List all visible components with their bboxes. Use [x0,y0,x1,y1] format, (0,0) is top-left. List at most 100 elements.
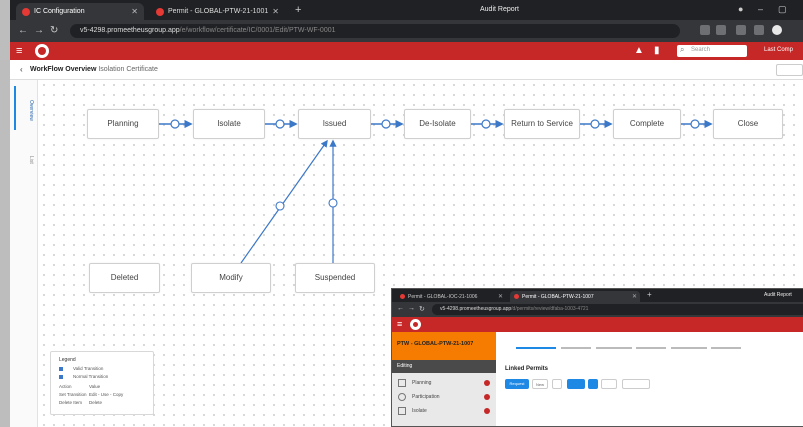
sidebar-item-label: Participation [412,394,440,400]
state-node-suspended[interactable]: Suspended [295,263,375,293]
transition-planning-isolate[interactable] [159,119,193,129]
sidebar-item-label: Planning [412,380,432,386]
overlay-browser-tab[interactable]: Permit - GLOBAL-PTW-21-1007 ✕ [510,291,640,302]
close-tab-icon[interactable]: ✕ [131,7,138,16]
overlay-address-bar: ← → ↻ v5-4298.promeetheusgroup.app/d/per… [392,302,803,317]
extension-icon[interactable] [754,25,764,35]
user-menu[interactable]: Last Comp [764,47,793,53]
state-node-issued[interactable]: Issued [298,109,371,139]
state-node-planning[interactable]: Planning [87,109,159,139]
tab[interactable] [671,340,707,349]
legend-table-row: Delete Item Delete [59,400,102,405]
transition-isolate-issued[interactable] [265,119,298,129]
close-tab-icon[interactable]: ✕ [498,293,503,300]
extension-icon[interactable] [716,25,726,35]
profile-icon[interactable]: ● [738,4,743,14]
tab-overview[interactable] [516,340,556,349]
filter-button[interactable] [588,379,598,389]
side-tabs: Overview List [10,80,38,427]
header-action-button[interactable] [776,64,803,76]
overlay-browser-window[interactable]: Permit - GLOBAL-IOC-21-1006 ✕ Permit - G… [391,288,803,427]
tab[interactable] [711,340,741,349]
legend-label: Valid Transition [73,366,104,371]
menu-icon[interactable]: ≡ [16,45,22,57]
transition-deisolate-return[interactable] [471,119,504,129]
state-node-de-isolate[interactable]: De-Isolate [404,109,471,139]
back-arrow-icon[interactable]: ‹ [20,65,23,74]
browser-tab[interactable]: Permit - GLOBAL-PTW-21-1001 ✕ [150,3,285,20]
extension-icon[interactable] [736,25,746,35]
back-icon[interactable]: ← [397,305,404,312]
overlay-sidebar: PTW - GLOBAL-PTW-21-1007 Editing Plannin… [392,332,496,426]
sidebar-item-participation[interactable]: Participation [392,390,496,404]
legend-title: Legend [59,357,76,363]
state-node-deleted[interactable]: Deleted [89,263,160,293]
favicon-icon [514,294,519,299]
new-tab-icon[interactable]: + [647,290,652,299]
breadcrumb-current: WorkFlow Overview [30,66,97,73]
legend-label: Normal Transition [73,374,109,379]
state-node-return-to-service[interactable]: Return to Service [504,109,580,139]
request-button[interactable]: Request [505,379,529,389]
legend-cell: Delete Item [59,400,83,405]
notification-icon[interactable]: ▮ [654,45,660,56]
tab-list[interactable]: List [14,136,34,180]
legend-cell: Value [89,384,101,389]
address-bar: ← → ↻ v5-4298.promeetheusgroup.app/e/wor… [10,20,803,42]
logo-icon[interactable] [410,319,421,330]
browser-tab[interactable]: IC Configuration ✕ [16,3,144,20]
state-node-isolate[interactable]: Isolate [193,109,265,139]
filter-button[interactable] [601,379,617,389]
extension-icon[interactable] [700,25,710,35]
tab[interactable] [636,340,666,349]
close-tab-icon[interactable]: ✕ [632,293,637,300]
overlay-app-header: ≡ [392,317,803,332]
profile-avatar-icon[interactable] [772,25,782,35]
overlay-url-field[interactable]: v5-4298.promeetheusgroup.app/d/permits/r… [432,304,803,315]
overlay-tab-label: Permit - GLOBAL-PTW-21-1007 [522,294,594,300]
person-icon [398,393,406,401]
back-icon[interactable]: ← [18,25,28,36]
sidebar-item-isolate[interactable]: Isolate [392,404,496,418]
tab[interactable] [596,340,632,349]
reload-icon[interactable]: ↻ [419,305,425,313]
transition-complete-close[interactable] [681,119,713,129]
forward-icon[interactable]: → [34,25,44,36]
state-node-close[interactable]: Close [713,109,783,139]
url-path: /d/permits/review/dfaba-1003-4721 [511,306,589,312]
warning-icon[interactable]: ▲ [634,45,644,56]
transition-modify-issued[interactable] [240,139,328,264]
transition-issued-deisolate[interactable] [371,119,404,129]
new-tab-icon[interactable]: + [295,4,301,16]
search-input[interactable]: Search [677,45,747,57]
status-dot-icon [484,380,490,386]
url-field[interactable]: v5-4298.promeetheusgroup.app/e/workflow/… [70,24,680,38]
maximize-icon[interactable]: ▢ [778,4,787,15]
favicon-icon [156,8,164,16]
tab-overview[interactable]: Overview [14,86,34,130]
close-tab-icon[interactable]: ✕ [272,7,279,16]
filter-button[interactable] [567,379,585,389]
tab[interactable] [561,340,591,349]
legend-row: Valid Transition [59,366,103,371]
forward-icon[interactable]: → [408,305,415,312]
overlay-browser-tab[interactable]: Permit - GLOBAL-IOC-21-1006 ✕ [396,291,506,302]
toggle-button[interactable] [552,379,562,389]
legend-swatch-icon [59,366,63,371]
dropdown-button[interactable] [622,379,650,389]
transition-suspended-issued[interactable] [328,139,338,263]
app-header: ≡ ▲ ▮ Search Last Comp [10,42,803,60]
new-button[interactable]: New [532,379,548,389]
sidebar-item-planning[interactable]: Planning [392,376,496,390]
legend-cell: Edit - Use - Copy [89,392,124,397]
state-node-modify[interactable]: Modify [191,263,271,293]
state-node-complete[interactable]: Complete [613,109,681,139]
minimize-icon[interactable]: – [758,4,763,14]
legend-table-row: Action Value [59,384,100,389]
menu-icon[interactable]: ≡ [397,319,402,329]
breadcrumb-subtitle: Isolation Certificate [98,66,158,73]
legend-panel: Legend Valid Transition Normal Transitio… [50,351,154,415]
transition-return-complete[interactable] [580,119,613,129]
logo-icon[interactable] [35,44,49,58]
reload-icon[interactable]: ↻ [50,25,58,36]
